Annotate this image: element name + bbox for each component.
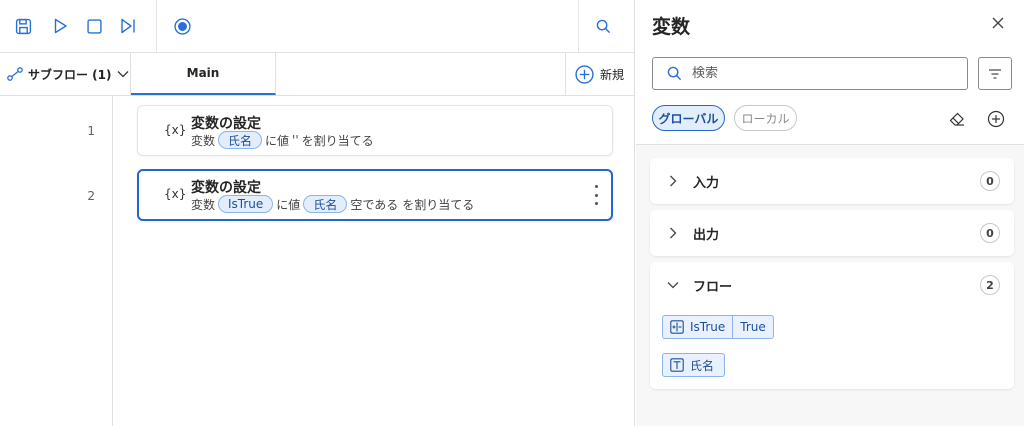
variables-pane-header: 変数 グローバル ローカル — [636, 0, 1024, 145]
action-set-variable-1[interactable]: {x} 変数の設定 変数 氏名 に値 '' を割り当てる — [137, 105, 613, 156]
section-label: 入力 — [693, 176, 720, 191]
section-label: 出力 — [693, 228, 720, 243]
variable-name: 氏名 — [690, 358, 715, 373]
text-icon — [670, 358, 684, 372]
section-count-badge: 0 — [980, 171, 1000, 191]
chevron-down-icon — [117, 71, 128, 78]
section-output: 出力 0 — [650, 210, 1014, 256]
subflow-label: サブフロー (1) — [28, 67, 112, 82]
tab-bar: サブフロー (1) Main 新規 — [0, 53, 635, 96]
value-chip: 氏名 — [303, 195, 348, 213]
search-input[interactable] — [692, 66, 932, 81]
action-set-variable-2[interactable]: {x} 変数の設定 変数 IsTrue に値 氏名 空である を割り当てる — [137, 169, 613, 221]
flow-variable-shimei[interactable]: 氏名 — [662, 353, 726, 377]
action-title: 変数の設定 — [191, 116, 261, 132]
variable-search-box[interactable] — [652, 57, 968, 90]
chevron-right-icon — [670, 175, 677, 187]
scope-tab-global[interactable]: グローバル — [652, 105, 725, 131]
desc-mid: に値 — [265, 133, 290, 148]
variable-chip: 氏名 — [218, 131, 263, 149]
section-input-header[interactable]: 入力 0 — [650, 158, 1014, 204]
pad-designer-window: サブフロー (1) Main 新規 1 2 {x} 変数の設定 変数 氏名 に値… — [0, 0, 1024, 426]
section-label: フロー — [693, 280, 733, 295]
pane-title: 変数 — [652, 16, 691, 38]
desc-suffix1: 空である — [350, 197, 399, 212]
save-icon[interactable] — [10, 13, 36, 39]
tab-main-label: Main — [186, 66, 220, 80]
line-number: 2 — [87, 189, 95, 203]
section-count-badge: 2 — [980, 275, 1000, 295]
section-input: 入力 0 — [650, 158, 1014, 204]
new-subflow-label: 新規 — [600, 67, 625, 82]
line-gutter — [0, 96, 113, 426]
variable-name: IsTrue — [690, 320, 726, 334]
filter-icon[interactable] — [978, 57, 1012, 90]
desc-prefix: 変数 — [191, 133, 216, 148]
action-title: 変数の設定 — [191, 180, 261, 196]
subflow-dropdown[interactable]: サブフロー (1) — [0, 53, 131, 95]
subflow-icon — [7, 67, 23, 81]
action-description: 変数 氏名 に値 '' を割り当てる — [191, 131, 374, 149]
desc-value: '' — [292, 133, 299, 147]
section-flow: フロー 2 IsTrue True 氏名 — [650, 262, 1014, 389]
desc-mid: に値 — [276, 197, 301, 212]
add-circle-icon — [575, 64, 594, 84]
more-options-icon[interactable] — [593, 185, 599, 205]
toolbar-separator — [578, 0, 579, 52]
variables-pane: 変数 グローバル ローカル — [636, 0, 1024, 426]
record-icon[interactable] — [169, 13, 195, 39]
variable-chip: IsTrue — [218, 195, 274, 213]
new-subflow-button[interactable]: 新規 — [565, 53, 635, 95]
variable-value: True — [732, 316, 773, 338]
search-icon[interactable] — [590, 13, 616, 39]
variable-icon: {x} — [164, 123, 187, 137]
desc-prefix: 変数 — [191, 197, 216, 212]
close-icon[interactable] — [990, 15, 1008, 33]
flow-editor: サブフロー (1) Main 新規 1 2 {x} 変数の設定 変数 氏名 に値… — [0, 0, 635, 426]
section-output-header[interactable]: 出力 0 — [650, 210, 1014, 256]
boolean-icon — [670, 320, 684, 334]
line-number: 1 — [87, 124, 95, 138]
section-flow-header[interactable]: フロー 2 — [650, 262, 1014, 308]
section-count-badge: 0 — [980, 223, 1000, 243]
stop-icon[interactable] — [81, 13, 107, 39]
scope-tab-local[interactable]: ローカル — [734, 105, 797, 131]
chevron-right-icon — [670, 227, 677, 239]
chevron-down-icon — [667, 282, 679, 289]
action-description: 変数 IsTrue に値 氏名 空である を割り当てる — [191, 195, 474, 213]
add-variable-icon[interactable] — [987, 110, 1005, 128]
flow-variable-istrue[interactable]: IsTrue True — [662, 315, 774, 339]
step-icon[interactable] — [115, 13, 141, 39]
toolbar-separator — [156, 0, 157, 52]
toolbar — [0, 0, 635, 53]
desc-suffix2: を割り当てる — [402, 197, 475, 212]
run-icon[interactable] — [47, 13, 73, 39]
desc-suffix: を割り当てる — [301, 133, 374, 148]
tab-main[interactable]: Main — [131, 53, 276, 95]
variable-icon: {x} — [164, 187, 187, 201]
eraser-icon[interactable] — [948, 110, 966, 128]
search-icon — [667, 66, 682, 81]
